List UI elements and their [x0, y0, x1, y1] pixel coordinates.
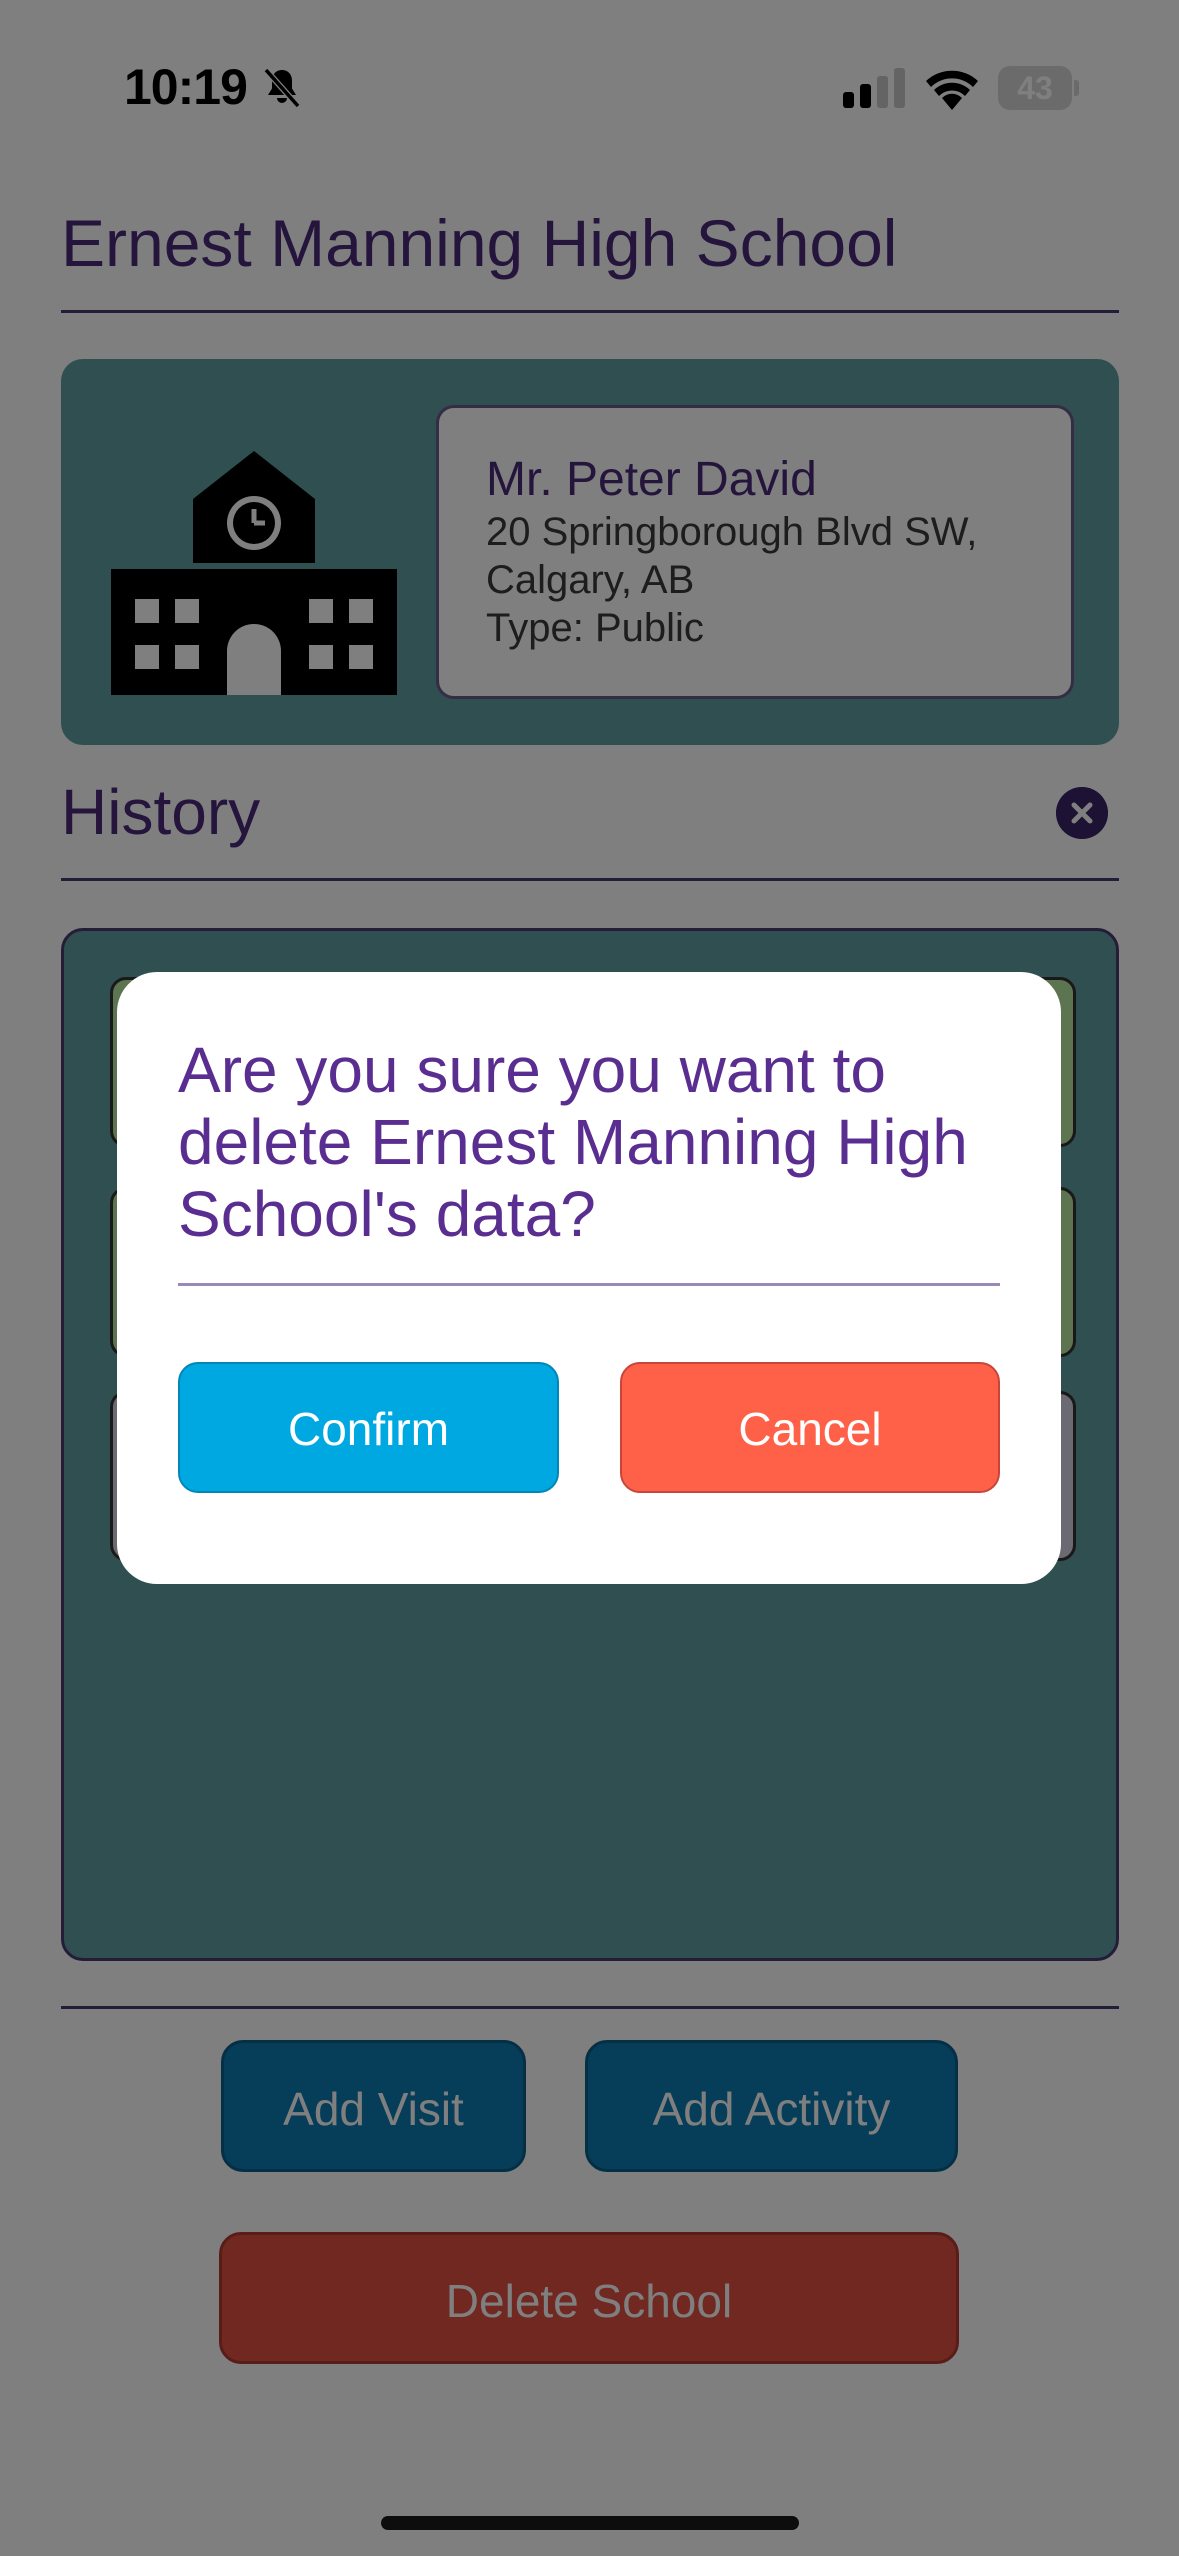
home-indicator[interactable] [381, 2516, 799, 2530]
cancel-button[interactable]: Cancel [620, 1362, 1000, 1493]
delete-confirmation-dialog: Are you sure you want to delete Ernest M… [117, 972, 1061, 1584]
dialog-divider [178, 1283, 1000, 1286]
confirm-button[interactable]: Confirm [178, 1362, 559, 1493]
app-screen: 10:19 43 Ernest Manning High School [0, 0, 1179, 2556]
dialog-question: Are you sure you want to delete Ernest M… [178, 1034, 968, 1250]
